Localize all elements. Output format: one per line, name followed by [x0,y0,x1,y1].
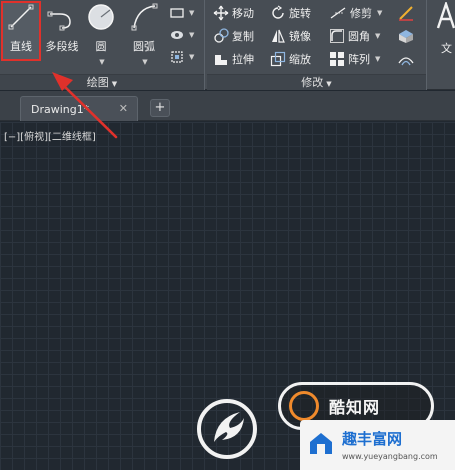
hatch-tool-button[interactable]: ▼ [170,26,194,44]
arc-dropdown-arrow[interactable]: ▼ [142,58,147,66]
explode-icon [399,30,413,43]
polyline-tool-button[interactable]: 多段线 [42,2,82,60]
stretch-tool-label: 拉伸 [232,53,254,66]
watermark-badge-text: 酷知网 [329,398,381,417]
circle-tool-label: 圆 [95,40,107,53]
fillet-dropdown-arrow[interactable]: ▼ [375,32,380,40]
copy-tool-label: 复制 [232,30,254,43]
circle-tool-button[interactable]: 圆 ▼ [84,2,118,66]
offset-icon [398,57,414,66]
watermark-circle-icon [289,391,319,421]
watermark-logo-icon [197,399,257,459]
circle-icon [88,4,114,30]
line-icon [8,4,34,30]
watermark-site-banner: 趣丰富网 www.yueyangbang.com [300,420,455,470]
stretch-tool-button[interactable]: 拉伸 [213,50,254,68]
erase-tool-button[interactable] [397,4,415,22]
rectangle-icon [170,8,184,18]
document-tab-bar: Drawing1* ✕ + [0,91,455,121]
mirror-tool-label: 镜像 [289,30,311,43]
watermark-site-url: www.yueyangbang.com [342,452,438,461]
move-tool-button[interactable]: 移动 [213,4,254,22]
array-tool-button[interactable]: 阵列 ▼ [329,50,380,68]
modify-panel-expand-icon: ▼ [326,80,332,88]
polyline-icon [47,11,71,31]
array-dropdown-arrow[interactable]: ▼ [375,55,380,63]
tab-drawing1[interactable]: Drawing1* ✕ [20,96,138,121]
array-tool-label: 阵列 [348,53,370,66]
line-tool-button[interactable]: 直线 [3,2,39,60]
ribbon: 直线 多段线 圆 ▼ 圆弧 ▼ ▼ ▼ ▼ 绘图 ▼ 移动 旋转 修剪 ▼ 复制… [0,0,455,90]
circle-dropdown-arrow[interactable]: ▼ [99,58,104,66]
copy-icon [214,28,229,43]
rectangle-dropdown-arrow[interactable]: ▼ [189,9,194,17]
draw-panel-title[interactable]: 绘图 ▼ [0,74,204,90]
boundary-dropdown-arrow[interactable]: ▼ [189,53,194,61]
scale-tool-label: 缩放 [289,53,311,66]
trim-tool-label: 修剪 [350,7,372,20]
line-tool-label: 直线 [10,40,32,53]
scale-tool-button[interactable]: 缩放 [270,50,311,68]
fillet-tool-label: 圆角 [348,30,370,43]
rotate-tool-button[interactable]: 旋转 [270,4,311,22]
hatch-dropdown-arrow[interactable]: ▼ [189,31,194,39]
annotation-panel-partial: 文 [428,0,455,90]
rectangle-tool-button[interactable]: ▼ [170,4,194,22]
new-tab-button[interactable]: + [150,99,170,117]
mirror-icon [272,29,285,43]
draw-panel-title-text: 绘图 [86,76,109,89]
array-icon [330,52,344,66]
copy-tool-button[interactable]: 复制 [213,27,254,45]
text-tool-label[interactable]: 文 [441,40,452,56]
stretch-icon [215,55,227,65]
move-tool-label: 移动 [232,7,254,20]
text-tool-icon[interactable] [436,2,455,30]
explode-tool-button[interactable] [397,27,415,45]
trim-dropdown-arrow[interactable]: ▼ [377,9,382,17]
house-icon [310,433,332,454]
mirror-tool-button[interactable]: 镜像 [270,27,311,45]
hatch-icon [171,31,183,39]
watermark-site-title: 趣丰富网 [342,430,403,448]
arc-tool-label: 圆弧 [133,40,155,53]
move-icon [213,5,229,21]
boundary-tool-button[interactable]: ▼ [170,48,194,66]
trim-icon [330,7,346,19]
close-tab-icon[interactable]: ✕ [119,102,128,115]
draw-panel: 直线 多段线 圆 ▼ 圆弧 ▼ ▼ ▼ ▼ 绘图 ▼ [0,0,205,90]
draw-panel-expand-icon: ▼ [111,80,118,88]
trim-tool-button[interactable]: 修剪 ▼ [329,4,382,22]
modify-panel-title-text: 修改 [301,76,324,89]
viewport-controls-label[interactable]: [−][俯视][二维线框] [4,128,96,143]
scale-icon [270,51,286,67]
tab-drawing1-label: Drawing1* [31,102,90,116]
offset-tool-button[interactable] [397,50,415,68]
fillet-icon [330,29,344,43]
boundary-icon [171,51,183,63]
fillet-tool-button[interactable]: 圆角 ▼ [329,27,380,45]
arc-icon [131,3,158,31]
rotate-icon [272,5,284,19]
erase-icon [399,6,413,21]
modify-panel-title[interactable]: 修改 ▼ [207,74,426,90]
arc-tool-button[interactable]: 圆弧 ▼ [126,2,162,66]
rotate-tool-label: 旋转 [289,7,311,20]
polyline-tool-label: 多段线 [45,40,79,53]
modify-panel: 移动 旋转 修剪 ▼ 复制 镜像 圆角 ▼ 拉伸 缩放 阵列 ▼ 修改 ▼ [207,0,427,90]
